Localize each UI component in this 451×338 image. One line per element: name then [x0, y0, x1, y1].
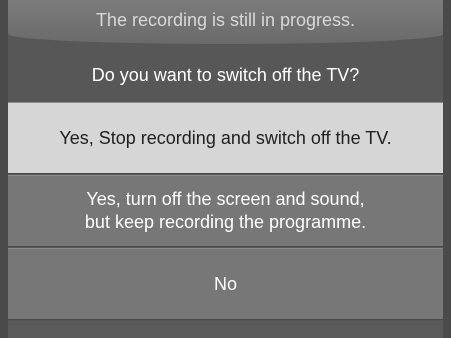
no-label: No	[213, 273, 237, 294]
no-button[interactable]: No	[8, 248, 443, 320]
power-off-dialog: The recording is still in progress. Do y…	[0, 0, 451, 338]
keep-recording-label-line-1: Yes, turn off the screen and sound,	[86, 189, 365, 209]
dialog-left-edge	[0, 0, 8, 338]
stop-recording-switch-off-button[interactable]: Yes, Stop recording and switch off the T…	[8, 102, 443, 174]
dialog-question: Do you want to switch off the TV?	[91, 65, 360, 85]
dialog-footer	[8, 321, 443, 338]
dialog-right-edge	[443, 0, 451, 338]
keep-recording-screen-off-button[interactable]: Yes, turn off the screen and sound, but …	[8, 175, 443, 247]
stop-recording-switch-off-label: Yes, Stop recording and switch off the T…	[59, 127, 392, 148]
keep-recording-label-line-2: but keep recording the programme.	[84, 212, 367, 232]
dialog-title: The recording is still in progress.	[8, 0, 443, 44]
